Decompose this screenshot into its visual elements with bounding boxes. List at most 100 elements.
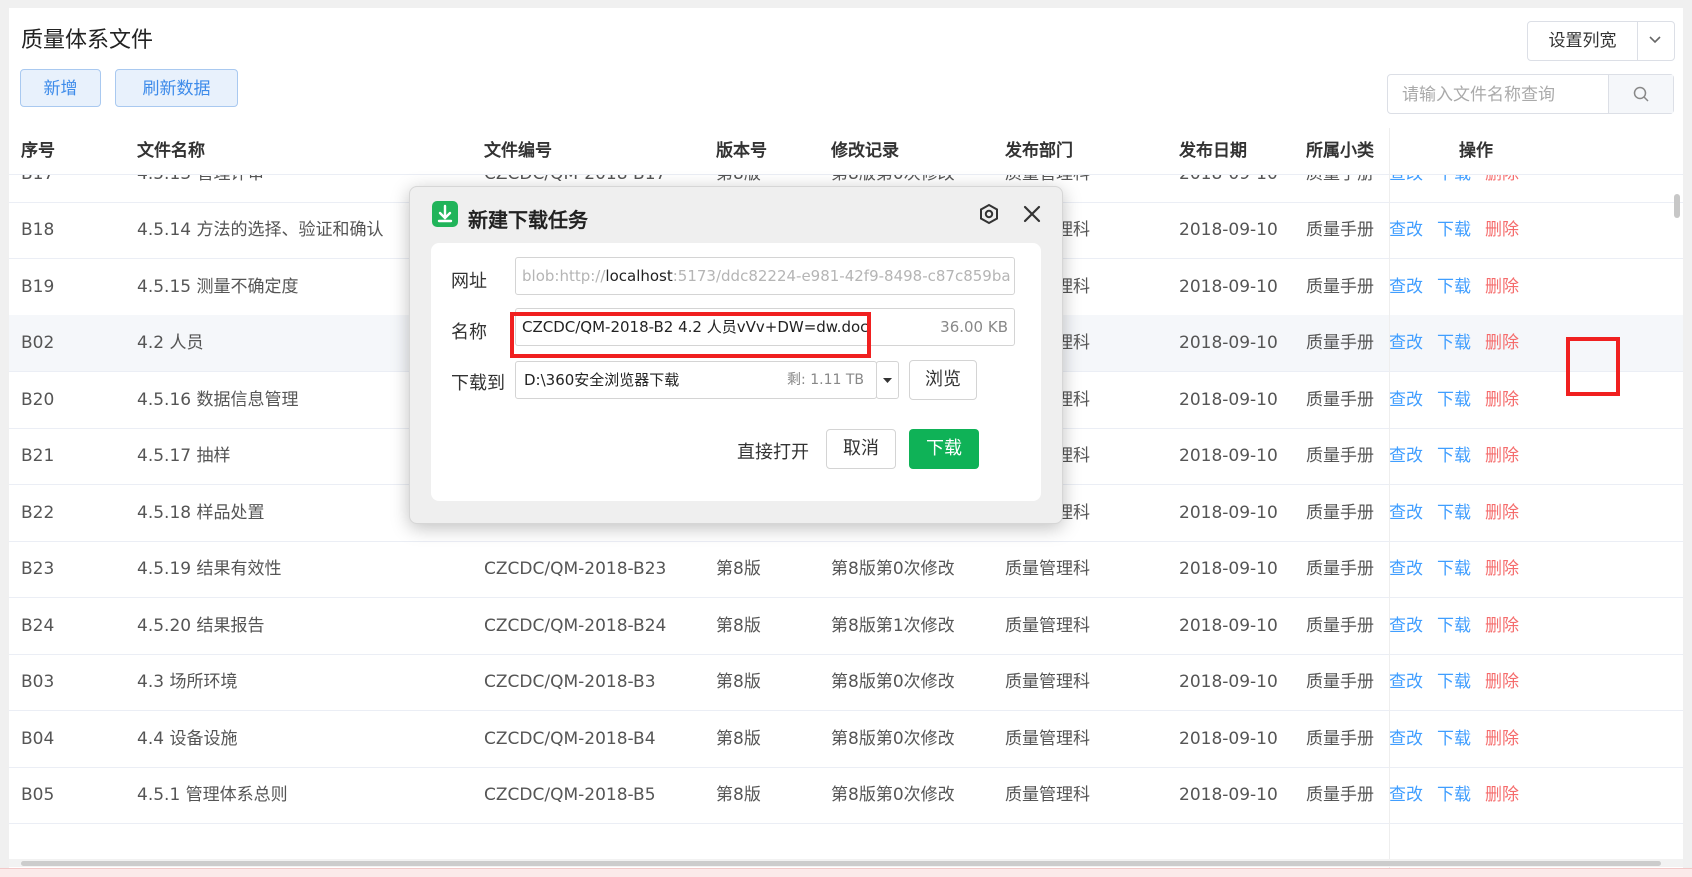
- table-row[interactable]: B03 4.3 场所环境 CZCDC/QM-2018-B3 第8版 第8版第0次…: [9, 654, 1683, 711]
- edit-link[interactable]: 查改: [1389, 390, 1423, 410]
- cell-record: 第8版第0次修改: [831, 785, 955, 805]
- delete-link[interactable]: 删除: [1485, 277, 1519, 297]
- row-actions: 查改下载删除: [1389, 372, 1533, 428]
- cell-record: 第8版第0次修改: [831, 672, 955, 692]
- delete-link[interactable]: 删除: [1485, 672, 1519, 692]
- chevron-down-icon[interactable]: [1636, 22, 1674, 60]
- table-row[interactable]: B05 4.5.1 管理体系总则 CZCDC/QM-2018-B5 第8版 第8…: [9, 767, 1683, 824]
- cell-version: 第8版: [716, 559, 761, 579]
- add-button[interactable]: 新增: [20, 69, 101, 107]
- cell-seq: B20: [21, 390, 55, 410]
- column-header-category[interactable]: 所属小类: [1306, 128, 1374, 174]
- save-path-label: 下载到: [451, 373, 505, 394]
- cell-version: 第8版: [716, 729, 761, 749]
- edit-link[interactable]: 查改: [1389, 503, 1423, 523]
- delete-link[interactable]: 删除: [1485, 333, 1519, 353]
- save-path-field[interactable]: D:\360安全浏览器下载 剩: 1.11 TB: [515, 361, 877, 399]
- download-button[interactable]: 下载: [909, 429, 979, 469]
- table-row[interactable]: B24 4.5.20 结果报告 CZCDC/QM-2018-B24 第8版 第8…: [9, 598, 1683, 655]
- cell-code: CZCDC/QM-2018-B3: [484, 672, 656, 692]
- cancel-button[interactable]: 取消: [826, 429, 896, 469]
- cell-name: 4.5.15 测量不确定度: [137, 277, 299, 297]
- vertical-scrollbar[interactable]: [1674, 194, 1680, 218]
- column-header-version[interactable]: 版本号: [716, 128, 767, 174]
- cell-seq: B03: [21, 672, 55, 692]
- row-actions: 查改下载删除: [1389, 485, 1533, 541]
- refresh-data-button[interactable]: 刷新数据: [115, 69, 238, 107]
- horizontal-scrollbar-thumb[interactable]: [21, 861, 1661, 866]
- url-field[interactable]: blob:http://localhost:5173/ddc82224-e981…: [515, 257, 1015, 295]
- cell-dept: 质量管理科: [1005, 559, 1090, 579]
- file-size: 36.00 KB: [940, 318, 1008, 336]
- edit-link[interactable]: 查改: [1389, 559, 1423, 579]
- row-actions: 查改下载删除: [1389, 654, 1533, 710]
- horizontal-scrollbar[interactable]: [9, 859, 1683, 867]
- cell-seq: B05: [21, 785, 55, 805]
- download-link[interactable]: 下载: [1437, 390, 1471, 410]
- cell-category: 质量手册: [1306, 390, 1374, 410]
- download-link-highlight: [1566, 337, 1620, 396]
- save-path-dropdown[interactable]: [876, 361, 899, 399]
- download-link[interactable]: 下载: [1437, 277, 1471, 297]
- download-link[interactable]: 下载: [1437, 672, 1471, 692]
- cell-code: CZCDC/QM-2018-B24: [484, 616, 667, 636]
- column-header-name[interactable]: 文件名称: [137, 128, 205, 174]
- browse-button[interactable]: 浏览: [909, 360, 977, 400]
- download-link[interactable]: 下载: [1437, 616, 1471, 636]
- settings-icon[interactable]: [976, 201, 1002, 227]
- search-box: [1387, 74, 1674, 114]
- url-prefix: blob:http://: [522, 267, 606, 285]
- edit-link[interactable]: 查改: [1389, 446, 1423, 466]
- column-width-label[interactable]: 设置列宽: [1528, 22, 1638, 60]
- delete-link[interactable]: 删除: [1485, 220, 1519, 240]
- row-actions: 查改下载删除: [1389, 202, 1533, 258]
- close-icon[interactable]: [1019, 201, 1045, 227]
- search-input[interactable]: [1400, 79, 1594, 111]
- column-header-actions: 操作: [1459, 141, 1493, 161]
- download-link[interactable]: 下载: [1437, 785, 1471, 805]
- row-actions: 查改下载删除: [1389, 711, 1533, 767]
- delete-link[interactable]: 删除: [1485, 616, 1519, 636]
- delete-link[interactable]: 删除: [1485, 785, 1519, 805]
- row-actions: 查改下载删除: [1389, 767, 1533, 823]
- cell-category: 质量手册: [1306, 220, 1374, 240]
- edit-link[interactable]: 查改: [1389, 277, 1423, 297]
- delete-link[interactable]: 删除: [1485, 559, 1519, 579]
- column-width-dropdown[interactable]: 设置列宽: [1527, 21, 1675, 61]
- column-header-dept[interactable]: 发布部门: [1005, 128, 1073, 174]
- download-link[interactable]: 下载: [1437, 333, 1471, 353]
- row-actions: 查改下载删除: [1389, 315, 1533, 371]
- delete-link[interactable]: 删除: [1485, 446, 1519, 466]
- download-link[interactable]: 下载: [1437, 729, 1471, 749]
- cell-seq: B19: [21, 277, 55, 297]
- edit-link[interactable]: 查改: [1389, 672, 1423, 692]
- cell-date: 2018-09-10: [1179, 220, 1278, 240]
- edit-link[interactable]: 查改: [1389, 729, 1423, 749]
- column-header-record[interactable]: 修改记录: [831, 128, 899, 174]
- search-icon: [1633, 86, 1649, 102]
- edit-link[interactable]: 查改: [1389, 333, 1423, 353]
- download-link[interactable]: 下载: [1437, 503, 1471, 523]
- column-header-date[interactable]: 发布日期: [1179, 128, 1247, 174]
- delete-link[interactable]: 删除: [1485, 503, 1519, 523]
- row-actions: 查改下载删除: [1389, 428, 1533, 484]
- column-header-code[interactable]: 文件编号: [484, 128, 552, 174]
- url-rest: :5173/ddc82224-e981-42f9-8498-c87c859ba9…: [672, 267, 1010, 285]
- search-button[interactable]: [1608, 75, 1673, 113]
- edit-link[interactable]: 查改: [1389, 220, 1423, 240]
- delete-link[interactable]: 删除: [1485, 390, 1519, 410]
- edit-link[interactable]: 查改: [1389, 785, 1423, 805]
- cell-dept: 质量管理科: [1005, 729, 1090, 749]
- table-row[interactable]: B23 4.5.19 结果有效性 CZCDC/QM-2018-B23 第8版 第…: [9, 541, 1683, 598]
- download-link[interactable]: 下载: [1437, 220, 1471, 240]
- edit-link[interactable]: 查改: [1389, 616, 1423, 636]
- cell-name: 4.4 设备设施: [137, 729, 238, 749]
- download-link[interactable]: 下载: [1437, 446, 1471, 466]
- download-link[interactable]: 下载: [1437, 559, 1471, 579]
- cell-code: CZCDC/QM-2018-B5: [484, 785, 656, 805]
- download-app-icon: [432, 201, 458, 227]
- table-row[interactable]: B04 4.4 设备设施 CZCDC/QM-2018-B4 第8版 第8版第0次…: [9, 711, 1683, 768]
- delete-link[interactable]: 删除: [1485, 729, 1519, 749]
- open-directly-button[interactable]: 直接打开: [737, 438, 809, 464]
- column-header-seq[interactable]: 序号: [21, 128, 55, 174]
